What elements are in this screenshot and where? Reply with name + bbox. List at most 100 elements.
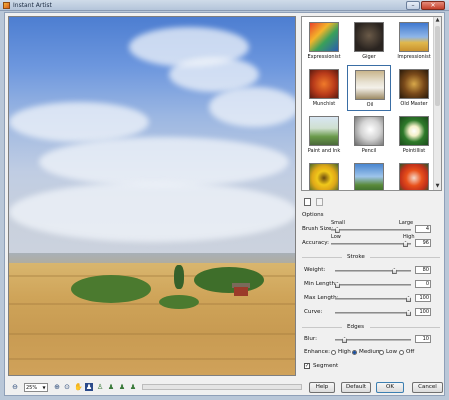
sky-area xyxy=(9,17,295,267)
zoom-select[interactable]: 25% ▼ xyxy=(24,383,48,392)
weight-label: Weight: xyxy=(304,267,326,273)
help-button[interactable]: Help xyxy=(309,382,335,393)
compare-icon[interactable]: ♙ xyxy=(96,383,104,391)
max-length-slider-knob[interactable] xyxy=(406,296,411,302)
cloud xyxy=(9,102,149,142)
accuracy-slider-knob[interactable] xyxy=(403,241,408,247)
brush-size-label: Brush Size: xyxy=(302,226,334,232)
pointillist-preview xyxy=(399,116,429,146)
blur-slider-knob[interactable] xyxy=(342,337,348,343)
min-length-track[interactable] xyxy=(335,284,411,286)
style-thumb-expressionist[interactable]: Expressionist xyxy=(302,18,346,64)
style-thumb-pointillist[interactable]: Pointillist xyxy=(392,112,436,158)
style-label: Munchist xyxy=(312,101,336,107)
preview-progress-bar xyxy=(142,384,302,390)
accuracy-label: Accuracy: xyxy=(302,240,330,246)
enhance-medium-radio[interactable] xyxy=(352,350,357,355)
accuracy-track[interactable] xyxy=(331,243,411,245)
style-label: Impressionist xyxy=(397,54,431,60)
curve-slider-knob[interactable] xyxy=(406,310,411,316)
minimize-button[interactable]: – xyxy=(406,1,420,10)
weight-track[interactable] xyxy=(335,270,411,272)
accuracy-max-label: High xyxy=(403,234,415,240)
hand-pan-icon[interactable]: ✋ xyxy=(74,383,83,391)
landscape-preview xyxy=(354,163,384,190)
scroll-up-arrow-icon[interactable]: ▲ xyxy=(434,17,441,24)
style-thumb-row4-1[interactable] xyxy=(302,159,346,190)
style-thumb-giger[interactable]: Giger xyxy=(347,18,391,64)
style-thumb-old-master[interactable]: Old Master xyxy=(392,65,436,111)
edges-group-header: Edges xyxy=(347,324,364,330)
ok-button[interactable]: OK xyxy=(376,382,404,393)
cancel-button[interactable]: Cancel xyxy=(412,382,443,393)
style-thumb-paint-and-ink[interactable]: Paint and Ink xyxy=(302,112,346,158)
curve-input[interactable]: 100 xyxy=(415,308,431,316)
style-thumb-munchist[interactable]: Munchist xyxy=(302,65,346,111)
impressionist-preview xyxy=(399,22,429,52)
dialog-body: Expressionist Giger Impressionist Munchi… xyxy=(4,12,445,396)
zoom-in-icon[interactable]: ⊕ xyxy=(53,383,61,391)
style-thumb-pencil[interactable]: Pencil xyxy=(347,112,391,158)
pencil-preview xyxy=(354,116,384,146)
max-length-track[interactable] xyxy=(335,298,411,300)
gallery-scrollbar[interactable]: ▲ ▼ xyxy=(433,17,441,190)
paint-and-ink-preview xyxy=(309,116,339,146)
blur-input[interactable]: 10 xyxy=(415,335,431,343)
stroke-group-line xyxy=(302,257,342,258)
field-furrow xyxy=(9,358,295,360)
curve-track[interactable] xyxy=(335,312,411,314)
new-preset-icon[interactable] xyxy=(304,198,311,206)
style-label: Expressionist xyxy=(307,54,341,60)
accuracy-min-label: Low xyxy=(331,234,341,240)
scrollbar-thumb[interactable] xyxy=(435,26,440,106)
enhance-low-label: Low xyxy=(386,349,398,355)
segment-label: Segment xyxy=(313,363,339,369)
scroll-down-arrow-icon[interactable]: ▼ xyxy=(434,183,441,190)
style-label: Pencil xyxy=(361,148,377,154)
weight-input[interactable]: 80 xyxy=(415,266,431,274)
original-view-icon[interactable]: ♟ xyxy=(129,383,137,391)
brush-size-input[interactable]: 4 xyxy=(415,225,431,233)
style-gallery: Expressionist Giger Impressionist Munchi… xyxy=(301,16,442,191)
chevron-down-icon: ▼ xyxy=(42,385,46,390)
brush-size-slider-knob[interactable] xyxy=(334,227,340,233)
weight-slider-knob[interactable] xyxy=(391,268,397,274)
tree-clump xyxy=(174,265,184,289)
style-thumb-oil[interactable]: Oil xyxy=(347,65,391,111)
person-view-icon[interactable]: ♟ xyxy=(85,383,93,391)
style-thumb-impressionist[interactable]: Impressionist xyxy=(392,18,436,64)
style-label: Pointillist xyxy=(402,148,426,154)
split-view-icon[interactable]: ♟ xyxy=(107,383,115,391)
brush-size-max-label: Large xyxy=(399,220,414,226)
style-thumb-row4-2[interactable] xyxy=(347,159,391,190)
before-after-icon[interactable]: ♟ xyxy=(118,383,126,391)
segment-checkbox[interactable]: ✓ xyxy=(304,363,310,369)
delete-preset-icon[interactable] xyxy=(316,198,323,206)
preview-image[interactable] xyxy=(8,16,296,376)
tree-clump xyxy=(159,295,199,309)
bottom-toolbar: ⊖ 25% ▼ ⊕ ⊙ ✋ ♟ ♙ ♟ ♟ ♟ Help Default OK … xyxy=(8,381,443,394)
max-length-label: Max Length: xyxy=(304,295,339,301)
enhance-label: Enhance: xyxy=(304,349,330,355)
edges-group-line xyxy=(370,327,440,328)
style-label: Oil xyxy=(366,102,374,108)
zoom-value: 25% xyxy=(26,385,38,391)
zoom-fit-icon[interactable]: ⊙ xyxy=(63,383,71,391)
stroke-group-header: Stroke xyxy=(347,254,365,260)
cloud xyxy=(9,182,295,242)
zoom-out-icon[interactable]: ⊖ xyxy=(11,383,19,391)
enhance-off-radio[interactable] xyxy=(399,350,404,355)
default-button[interactable]: Default xyxy=(341,382,371,393)
enhance-low-radio[interactable] xyxy=(379,350,384,355)
min-length-input[interactable]: 0 xyxy=(415,280,431,288)
giger-preview xyxy=(354,22,384,52)
poppy-preview xyxy=(399,163,429,190)
min-length-label: Min Length: xyxy=(304,281,337,287)
accuracy-input[interactable]: 96 xyxy=(415,239,431,247)
options-header: Options xyxy=(302,212,324,218)
enhance-high-radio[interactable] xyxy=(331,350,336,355)
close-button[interactable]: ✕ xyxy=(421,1,445,10)
style-thumb-row4-3[interactable] xyxy=(392,159,436,190)
max-length-input[interactable]: 100 xyxy=(415,294,431,302)
brush-size-track[interactable] xyxy=(331,229,411,231)
